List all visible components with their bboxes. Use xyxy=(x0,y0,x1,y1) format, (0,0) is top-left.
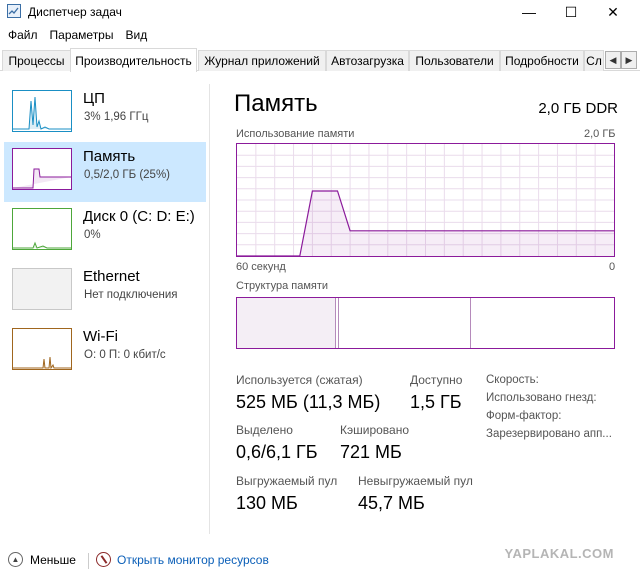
memory-structure-bar xyxy=(236,297,615,349)
performance-sidebar: ЦП 3% 1,96 ГГц Память 0,5/2,0 ГБ (25%) Д… xyxy=(0,84,210,544)
chart-time-left: 60 секунд xyxy=(236,261,286,273)
sidebar-item-value: 0,5/2,0 ГБ (25%) xyxy=(84,169,171,181)
chart-time-right: 0 xyxy=(609,261,616,273)
sidebar-item-label: Ethernet xyxy=(83,268,140,285)
close-button[interactable]: ✕ xyxy=(592,0,634,24)
memory-panel: Память 2,0 ГБ DDR Использование памяти 2… xyxy=(214,84,634,544)
structure-free[interactable] xyxy=(471,298,614,348)
memory-usage-chart xyxy=(236,143,615,257)
sidebar-item-label: Диск 0 (C: D: E:) xyxy=(83,208,195,225)
in-use-label: Используется (сжатая) xyxy=(236,373,363,387)
open-resource-monitor-link[interactable]: Открыть монитор ресурсов xyxy=(96,552,269,567)
task-manager-icon xyxy=(7,4,21,18)
disk-mini-graph xyxy=(12,208,72,250)
nonpaged-pool-value: 45,7 МБ xyxy=(358,493,425,513)
tab-services[interactable]: Сл xyxy=(584,50,604,71)
available-label: Доступно xyxy=(410,373,463,387)
usage-chart-label: Использование памяти xyxy=(236,128,355,140)
structure-standby[interactable] xyxy=(339,298,471,348)
committed-value: 0,6/6,1 ГБ xyxy=(236,442,318,462)
fewer-details-label: Меньше xyxy=(30,552,76,567)
resource-monitor-icon xyxy=(96,552,111,567)
tab-details[interactable]: Подробности xyxy=(500,50,584,71)
footer: ▲ Меньше Открыть монитор ресурсов YAPLAK… xyxy=(0,544,640,584)
cached-value: 721 МБ xyxy=(340,442,402,462)
tab-scroll-left-icon[interactable]: ◀ xyxy=(605,51,621,69)
committed-label: Выделено xyxy=(236,423,293,437)
tab-processes[interactable]: Процессы xyxy=(2,50,71,71)
menu-view[interactable]: Вид xyxy=(121,28,151,42)
wifi-mini-graph xyxy=(12,328,72,370)
memory-mini-graph xyxy=(12,148,72,190)
window-title: Диспетчер задач xyxy=(28,5,122,19)
cached-label: Кэшировано xyxy=(340,423,410,437)
ethernet-mini-graph xyxy=(12,268,72,310)
page-title: Память xyxy=(234,90,318,117)
minimize-button[interactable]: — xyxy=(508,0,550,24)
sidebar-item-disk[interactable]: Диск 0 (C: D: E:) 0% xyxy=(4,202,206,262)
sidebar-item-value: 0% xyxy=(84,229,101,241)
paged-pool-value: 130 МБ xyxy=(236,493,298,513)
watermark: YAPLAKAL.COM xyxy=(504,546,614,561)
sidebar-item-value: Нет подключения xyxy=(84,289,178,301)
menu-options[interactable]: Параметры xyxy=(46,28,118,42)
tab-performance[interactable]: Производительность xyxy=(70,48,197,72)
menu-bar: Файл Параметры Вид xyxy=(0,24,640,46)
sidebar-item-label: ЦП xyxy=(83,90,105,107)
slots-used-label: Использовано гнезд: xyxy=(486,392,597,404)
chevron-up-icon: ▲ xyxy=(8,552,23,567)
sidebar-item-value: 3% 1,96 ГГц xyxy=(84,111,149,123)
tab-startup[interactable]: Автозагрузка xyxy=(326,50,409,71)
memory-spec: 2,0 ГБ DDR xyxy=(538,100,618,117)
speed-label: Скорость: xyxy=(486,374,539,386)
form-factor-label: Форм-фактор: xyxy=(486,410,562,422)
maximize-button[interactable]: ☐ xyxy=(550,0,592,24)
tab-scroll-right-icon[interactable]: ▶ xyxy=(621,51,637,69)
sidebar-item-wifi[interactable]: Wi-Fi О: 0 П: 0 кбит/с xyxy=(4,322,206,382)
sidebar-item-cpu[interactable]: ЦП 3% 1,96 ГГц xyxy=(4,84,206,144)
sidebar-item-ethernet[interactable]: Ethernet Нет подключения xyxy=(4,262,206,322)
sidebar-divider xyxy=(209,84,210,534)
structure-in-use[interactable] xyxy=(237,298,336,348)
sidebar-item-value: О: 0 П: 0 кбит/с xyxy=(84,349,166,361)
memory-usage-graph xyxy=(237,144,614,257)
footer-separator xyxy=(88,553,89,569)
sidebar-item-label: Wi-Fi xyxy=(83,328,118,345)
sidebar-item-label: Память xyxy=(83,148,136,165)
paged-pool-label: Выгружаемый пул xyxy=(236,474,338,488)
hardware-reserved-label: Зарезервировано апп... xyxy=(486,428,612,440)
tab-app-history[interactable]: Журнал приложений xyxy=(198,50,326,71)
tab-users[interactable]: Пользователи xyxy=(409,50,500,71)
fewer-details-button[interactable]: ▲ Меньше xyxy=(8,552,76,567)
in-use-value: 525 МБ (11,3 МБ) xyxy=(236,392,381,412)
nonpaged-pool-label: Невыгружаемый пул xyxy=(358,474,473,488)
tab-bar: Процессы Производительность Журнал прило… xyxy=(0,48,640,72)
open-resource-monitor-label: Открыть монитор ресурсов xyxy=(117,552,269,567)
structure-label: Структура памяти xyxy=(236,280,329,292)
sidebar-item-memory[interactable]: Память 0,5/2,0 ГБ (25%) xyxy=(4,142,206,202)
cpu-mini-graph xyxy=(12,90,72,132)
available-value: 1,5 ГБ xyxy=(410,392,462,412)
usage-chart-max: 2,0 ГБ xyxy=(584,128,616,140)
title-bar: Диспетчер задач — ☐ ✕ xyxy=(0,0,640,24)
menu-file[interactable]: Файл xyxy=(4,28,42,42)
